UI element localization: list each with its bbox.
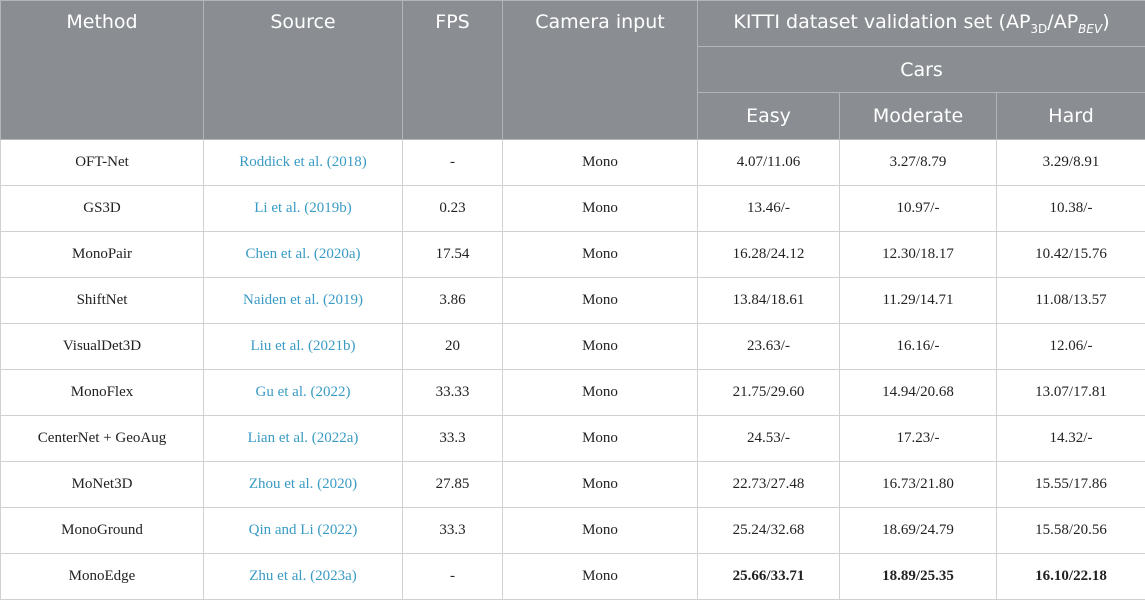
cell-camera: Mono <box>503 232 698 278</box>
cell-hard: 11.08/13.57 <box>997 278 1145 324</box>
source-link[interactable]: Roddick et al. (2018) <box>204 140 403 186</box>
cell-easy: 25.24/32.68 <box>698 508 840 554</box>
header-kitti-mid: /AP <box>1047 11 1078 33</box>
table-row: CenterNet + GeoAugLian et al. (2022a)33.… <box>1 416 1145 462</box>
cell-moderate: 18.89/25.35 <box>840 554 997 600</box>
source-link[interactable]: Chen et al. (2020a) <box>204 232 403 278</box>
cell-moderate: 16.73/21.80 <box>840 462 997 508</box>
header-fps: FPS <box>403 1 503 140</box>
cell-camera: Mono <box>503 278 698 324</box>
cell-camera: Mono <box>503 324 698 370</box>
cell-method: CenterNet + GeoAug <box>1 416 204 462</box>
table-row: ShiftNetNaiden et al. (2019)3.86Mono13.8… <box>1 278 1145 324</box>
header-source: Source <box>204 1 403 140</box>
cell-easy: 25.66/33.71 <box>698 554 840 600</box>
cell-easy: 22.73/27.48 <box>698 462 840 508</box>
cell-method: MoNet3D <box>1 462 204 508</box>
cell-easy: 21.75/29.60 <box>698 370 840 416</box>
header-easy: Easy <box>698 93 840 140</box>
cell-camera: Mono <box>503 508 698 554</box>
cell-method: MonoPair <box>1 232 204 278</box>
header-kitti: KITTI dataset validation set (AP3D/APBEV… <box>698 1 1145 47</box>
cell-method: MonoFlex <box>1 370 204 416</box>
cell-easy: 24.53/- <box>698 416 840 462</box>
cell-method: ShiftNet <box>1 278 204 324</box>
source-link[interactable]: Naiden et al. (2019) <box>204 278 403 324</box>
cell-easy: 13.84/18.61 <box>698 278 840 324</box>
cell-fps: - <box>403 140 503 186</box>
table-row: VisualDet3DLiu et al. (2021b)20Mono23.63… <box>1 324 1145 370</box>
source-link[interactable]: Gu et al. (2022) <box>204 370 403 416</box>
cell-fps: 33.3 <box>403 416 503 462</box>
header-kitti-suffix: ) <box>1102 11 1109 33</box>
results-table: Method Source FPS Camera input KITTI dat… <box>0 0 1145 600</box>
cell-hard: 3.29/8.91 <box>997 140 1145 186</box>
table-header: Method Source FPS Camera input KITTI dat… <box>1 1 1145 140</box>
table-row: MonoFlexGu et al. (2022)33.33Mono21.75/2… <box>1 370 1145 416</box>
table-body: OFT-NetRoddick et al. (2018)-Mono4.07/11… <box>1 140 1145 600</box>
cell-moderate: 12.30/18.17 <box>840 232 997 278</box>
header-kitti-sub-3d: 3D <box>1030 22 1047 36</box>
table-row: OFT-NetRoddick et al. (2018)-Mono4.07/11… <box>1 140 1145 186</box>
table-row: GS3DLi et al. (2019b)0.23Mono13.46/-10.9… <box>1 186 1145 232</box>
cell-moderate: 18.69/24.79 <box>840 508 997 554</box>
table-row: MonoEdgeZhu et al. (2023a)-Mono25.66/33.… <box>1 554 1145 600</box>
cell-method: MonoGround <box>1 508 204 554</box>
header-hard: Hard <box>997 93 1145 140</box>
table-row: MoNet3DZhou et al. (2020)27.85Mono22.73/… <box>1 462 1145 508</box>
cell-fps: 20 <box>403 324 503 370</box>
source-link[interactable]: Zhou et al. (2020) <box>204 462 403 508</box>
source-link[interactable]: Lian et al. (2022a) <box>204 416 403 462</box>
cell-easy: 16.28/24.12 <box>698 232 840 278</box>
cell-easy: 4.07/11.06 <box>698 140 840 186</box>
cell-moderate: 10.97/- <box>840 186 997 232</box>
cell-moderate: 14.94/20.68 <box>840 370 997 416</box>
cell-hard: 15.58/20.56 <box>997 508 1145 554</box>
cell-fps: 33.33 <box>403 370 503 416</box>
source-link[interactable]: Zhu et al. (2023a) <box>204 554 403 600</box>
cell-fps: - <box>403 554 503 600</box>
cell-fps: 0.23 <box>403 186 503 232</box>
header-moderate: Moderate <box>840 93 997 140</box>
cell-moderate: 16.16/- <box>840 324 997 370</box>
cell-moderate: 3.27/8.79 <box>840 140 997 186</box>
cell-camera: Mono <box>503 140 698 186</box>
cell-camera: Mono <box>503 554 698 600</box>
cell-fps: 3.86 <box>403 278 503 324</box>
table-row: MonoGroundQin and Li (2022)33.3Mono25.24… <box>1 508 1145 554</box>
source-link[interactable]: Qin and Li (2022) <box>204 508 403 554</box>
cell-hard: 10.38/- <box>997 186 1145 232</box>
header-cars: Cars <box>698 47 1145 93</box>
cell-camera: Mono <box>503 462 698 508</box>
cell-moderate: 17.23/- <box>840 416 997 462</box>
cell-hard: 15.55/17.86 <box>997 462 1145 508</box>
source-link[interactable]: Liu et al. (2021b) <box>204 324 403 370</box>
cell-easy: 23.63/- <box>698 324 840 370</box>
cell-camera: Mono <box>503 370 698 416</box>
table-row: MonoPairChen et al. (2020a)17.54Mono16.2… <box>1 232 1145 278</box>
cell-camera: Mono <box>503 186 698 232</box>
cell-fps: 33.3 <box>403 508 503 554</box>
cell-hard: 14.32/- <box>997 416 1145 462</box>
cell-hard: 16.10/22.18 <box>997 554 1145 600</box>
cell-hard: 10.42/15.76 <box>997 232 1145 278</box>
cell-method: VisualDet3D <box>1 324 204 370</box>
cell-method: MonoEdge <box>1 554 204 600</box>
cell-method: GS3D <box>1 186 204 232</box>
header-camera-input: Camera input <box>503 1 698 140</box>
cell-method: OFT-Net <box>1 140 204 186</box>
cell-moderate: 11.29/14.71 <box>840 278 997 324</box>
header-kitti-prefix: KITTI dataset validation set (AP <box>733 11 1030 33</box>
cell-camera: Mono <box>503 416 698 462</box>
cell-hard: 12.06/- <box>997 324 1145 370</box>
header-kitti-sub-bev: BEV <box>1078 22 1102 36</box>
cell-fps: 17.54 <box>403 232 503 278</box>
source-link[interactable]: Li et al. (2019b) <box>204 186 403 232</box>
cell-easy: 13.46/- <box>698 186 840 232</box>
cell-hard: 13.07/17.81 <box>997 370 1145 416</box>
cell-fps: 27.85 <box>403 462 503 508</box>
header-method: Method <box>1 1 204 140</box>
